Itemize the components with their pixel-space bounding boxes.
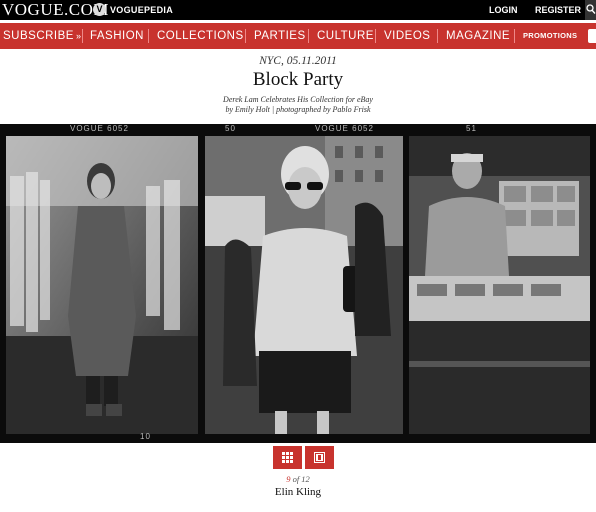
byline: by Emily Holt | photographed by Pablo Fr… xyxy=(225,105,371,114)
film-strip-label: VOGUE 6052 xyxy=(315,124,374,133)
grid-view-icon xyxy=(282,452,293,463)
film-strip-label: VOGUE 6052 xyxy=(70,124,129,133)
nav-edge-icon[interactable] xyxy=(588,29,596,43)
page-title: Block Party xyxy=(252,69,344,90)
frame-number: 51 xyxy=(466,124,477,133)
nav-fashion[interactable]: FASHION xyxy=(90,23,144,49)
article-dek: Derek Lam Celebrates His Collection for … xyxy=(0,95,596,115)
image-counter: 9 of 12 xyxy=(0,474,596,484)
frame-number: 50 xyxy=(225,124,236,133)
nav-videos[interactable]: VIDEOS xyxy=(384,23,430,49)
nav-magazine[interactable]: MAGAZINE xyxy=(446,23,510,49)
photo-caption: Elin Kling xyxy=(274,486,322,498)
single-view-icon xyxy=(314,452,325,463)
nav-subscribe-label: SUBSCRIBE xyxy=(3,30,74,42)
login-link[interactable]: LOGIN xyxy=(489,5,518,15)
nav-promotions[interactable]: PROMOTIONS xyxy=(523,23,577,49)
top-bar: VOGUE.COM V VOGUEPEDIA LOGIN REGISTER xyxy=(0,0,596,20)
frame-number-bottom: 10 xyxy=(140,432,151,441)
nav-divider xyxy=(308,29,309,43)
nav-subscribe[interactable]: SUBSCRIBE» xyxy=(3,23,81,49)
total-count: of 12 xyxy=(290,474,310,484)
grid-view-button[interactable] xyxy=(273,446,302,469)
chevron-icon: » xyxy=(75,31,82,41)
nav-collections[interactable]: COLLECTIONS xyxy=(157,23,244,49)
photo-woman-sunglasses xyxy=(205,136,403,434)
nav-divider xyxy=(437,29,438,43)
register-link[interactable]: REGISTER xyxy=(535,5,581,15)
photo-woman-trench-coat xyxy=(6,136,198,434)
voguepedia-logo-icon[interactable]: V xyxy=(93,3,106,16)
nav-divider xyxy=(148,29,149,43)
nav-divider xyxy=(375,29,376,43)
dateline: NYC, 05.11.2011 xyxy=(259,55,337,67)
nav-divider xyxy=(82,29,83,43)
search-icon xyxy=(586,4,596,14)
photo-frame-left[interactable] xyxy=(6,136,198,434)
single-view-button[interactable] xyxy=(305,446,334,469)
photo-frame-right[interactable] xyxy=(409,136,590,434)
photo-frame-center[interactable] xyxy=(205,136,403,434)
main-nav: SUBSCRIBE» FASHION COLLECTIONS PARTIES C… xyxy=(0,23,596,49)
voguepedia-link[interactable]: VOGUEPEDIA xyxy=(110,5,173,15)
dek-subtitle: Derek Lam Celebrates His Collection for … xyxy=(223,95,373,104)
photo-food-vendor xyxy=(409,136,590,434)
nav-culture[interactable]: CULTURE xyxy=(317,23,374,49)
nav-divider xyxy=(245,29,246,43)
search-button[interactable] xyxy=(585,0,596,20)
nav-divider xyxy=(514,29,515,43)
photo-contact-sheet[interactable]: VOGUE 6052 50 VOGUE 6052 51 10 xyxy=(0,124,596,443)
nav-parties[interactable]: PARTIES xyxy=(254,23,306,49)
